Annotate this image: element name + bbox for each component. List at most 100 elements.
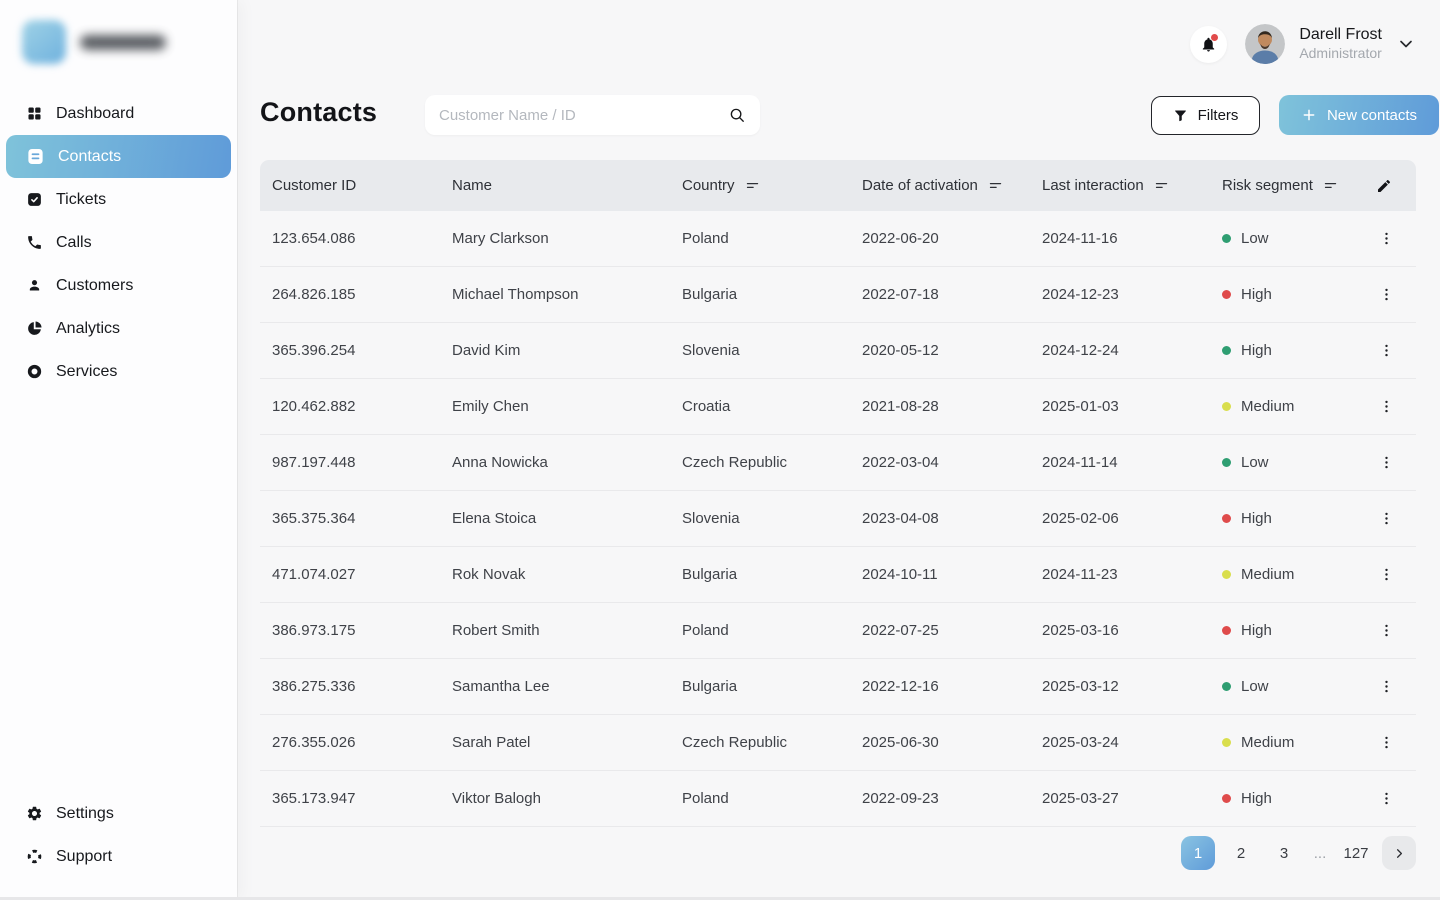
row-menu-button[interactable]	[1372, 673, 1400, 701]
column-header-edit[interactable]	[1376, 178, 1416, 194]
search-icon[interactable]	[728, 106, 746, 124]
cell-country: Croatia	[682, 398, 862, 415]
cell-actions	[1376, 617, 1416, 645]
sidebar-item-label: Analytics	[56, 320, 120, 338]
risk-label: High	[1241, 342, 1272, 359]
search-box	[425, 95, 760, 135]
sidebar-item-calls[interactable]: Calls	[6, 221, 231, 264]
risk-label: Low	[1241, 230, 1269, 247]
kebab-icon	[1378, 342, 1395, 359]
sort-icon	[1154, 178, 1169, 193]
row-menu-button[interactable]	[1372, 505, 1400, 533]
cell-last-interaction: 2024-11-16	[1042, 230, 1222, 247]
search-input[interactable]	[439, 107, 728, 124]
cell-actions	[1376, 505, 1416, 533]
contacts-icon	[26, 147, 45, 166]
row-menu-button[interactable]	[1372, 785, 1400, 813]
row-menu-button[interactable]	[1372, 617, 1400, 645]
sidebar-item-settings[interactable]: Settings	[6, 792, 231, 835]
pagination-next-button[interactable]	[1382, 836, 1416, 870]
risk-dot	[1222, 346, 1231, 355]
pagination-page-127[interactable]: 127	[1339, 836, 1373, 870]
column-header-risk-segment[interactable]: Risk segment	[1222, 177, 1376, 194]
row-menu-button[interactable]	[1372, 561, 1400, 589]
new-contacts-button[interactable]: New contacts	[1279, 95, 1439, 135]
user-meta: Darell Frost Administrator	[1299, 25, 1382, 63]
row-menu-button[interactable]	[1372, 729, 1400, 757]
cell-name: Rok Novak	[452, 566, 682, 583]
cell-activation-date: 2020-05-12	[862, 342, 1042, 359]
column-header-country[interactable]: Country	[682, 177, 862, 194]
cell-actions	[1376, 729, 1416, 757]
cell-risk-segment: Low	[1222, 454, 1376, 471]
page-title: Contacts	[260, 97, 377, 128]
risk-dot	[1222, 234, 1231, 243]
pagination-page-1[interactable]: 1	[1181, 836, 1215, 870]
cell-last-interaction: 2025-03-24	[1042, 734, 1222, 751]
sidebar-item-dashboard[interactable]: Dashboard	[6, 92, 231, 135]
sidebar-item-label: Services	[56, 363, 117, 381]
cell-activation-date: 2022-06-20	[862, 230, 1042, 247]
row-menu-button[interactable]	[1372, 393, 1400, 421]
sidebar-item-analytics[interactable]: Analytics	[6, 307, 231, 350]
cell-name: Viktor Balogh	[452, 790, 682, 807]
filter-icon	[1173, 108, 1188, 123]
row-menu-button[interactable]	[1372, 281, 1400, 309]
calls-icon	[26, 234, 43, 251]
logo-mark-blurred	[22, 20, 66, 64]
kebab-icon	[1378, 790, 1395, 807]
row-menu-button[interactable]	[1372, 449, 1400, 477]
plus-icon	[1301, 107, 1317, 123]
column-label: Name	[452, 177, 492, 194]
cell-last-interaction: 2025-02-06	[1042, 510, 1222, 527]
sidebar-item-label: Dashboard	[56, 105, 134, 123]
table-body: 123.654.086Mary ClarksonPoland2022-06-20…	[260, 211, 1416, 827]
sort-icon	[988, 178, 1003, 193]
cell-country: Slovenia	[682, 510, 862, 527]
cell-activation-date: 2025-06-30	[862, 734, 1042, 751]
sidebar-item-tickets[interactable]: Tickets	[6, 178, 231, 221]
avatar[interactable]	[1245, 24, 1285, 64]
pagination: 123... 127	[1181, 836, 1416, 870]
cell-actions	[1376, 561, 1416, 589]
pagination-page-2[interactable]: 2	[1224, 836, 1258, 870]
logo-wordmark-blurred	[80, 35, 166, 50]
sidebar-item-support[interactable]: Support	[6, 835, 231, 878]
cell-customer-id: 386.275.336	[272, 678, 452, 695]
kebab-icon	[1378, 454, 1395, 471]
cell-actions	[1376, 225, 1416, 253]
notifications-button[interactable]	[1190, 26, 1227, 63]
pagination-ellipsis: ...	[1310, 836, 1330, 870]
cell-last-interaction: 2024-12-23	[1042, 286, 1222, 303]
cell-name: Elena Stoica	[452, 510, 682, 527]
risk-label: High	[1241, 286, 1272, 303]
column-header-last-interaction[interactable]: Last interaction	[1042, 177, 1222, 194]
chevron-down-icon[interactable]	[1396, 34, 1416, 54]
sidebar-item-label: Tickets	[56, 191, 106, 209]
column-header-date-of-activation[interactable]: Date of activation	[862, 177, 1042, 194]
risk-dot	[1222, 794, 1231, 803]
app-logo	[22, 18, 237, 66]
filters-button[interactable]: Filters	[1151, 96, 1260, 135]
cell-activation-date: 2022-07-25	[862, 622, 1042, 639]
sidebar-item-services[interactable]: Services	[6, 350, 231, 393]
column-label: Date of activation	[862, 177, 978, 194]
row-menu-button[interactable]	[1372, 337, 1400, 365]
cell-name: Mary Clarkson	[452, 230, 682, 247]
sidebar-item-customers[interactable]: Customers	[6, 264, 231, 307]
risk-label: Low	[1241, 454, 1269, 471]
cell-customer-id: 276.355.026	[272, 734, 452, 751]
column-header-name: Name	[452, 177, 682, 194]
risk-dot	[1222, 570, 1231, 579]
kebab-icon	[1378, 286, 1395, 303]
cell-activation-date: 2022-09-23	[862, 790, 1042, 807]
kebab-icon	[1378, 734, 1395, 751]
pagination-page-3[interactable]: 3	[1267, 836, 1301, 870]
cell-name: Sarah Patel	[452, 734, 682, 751]
cell-customer-id: 987.197.448	[272, 454, 452, 471]
cell-risk-segment: High	[1222, 622, 1376, 639]
sidebar-item-contacts[interactable]: Contacts	[6, 135, 231, 178]
risk-dot	[1222, 402, 1231, 411]
chevron-right-icon	[1392, 846, 1407, 861]
row-menu-button[interactable]	[1372, 225, 1400, 253]
